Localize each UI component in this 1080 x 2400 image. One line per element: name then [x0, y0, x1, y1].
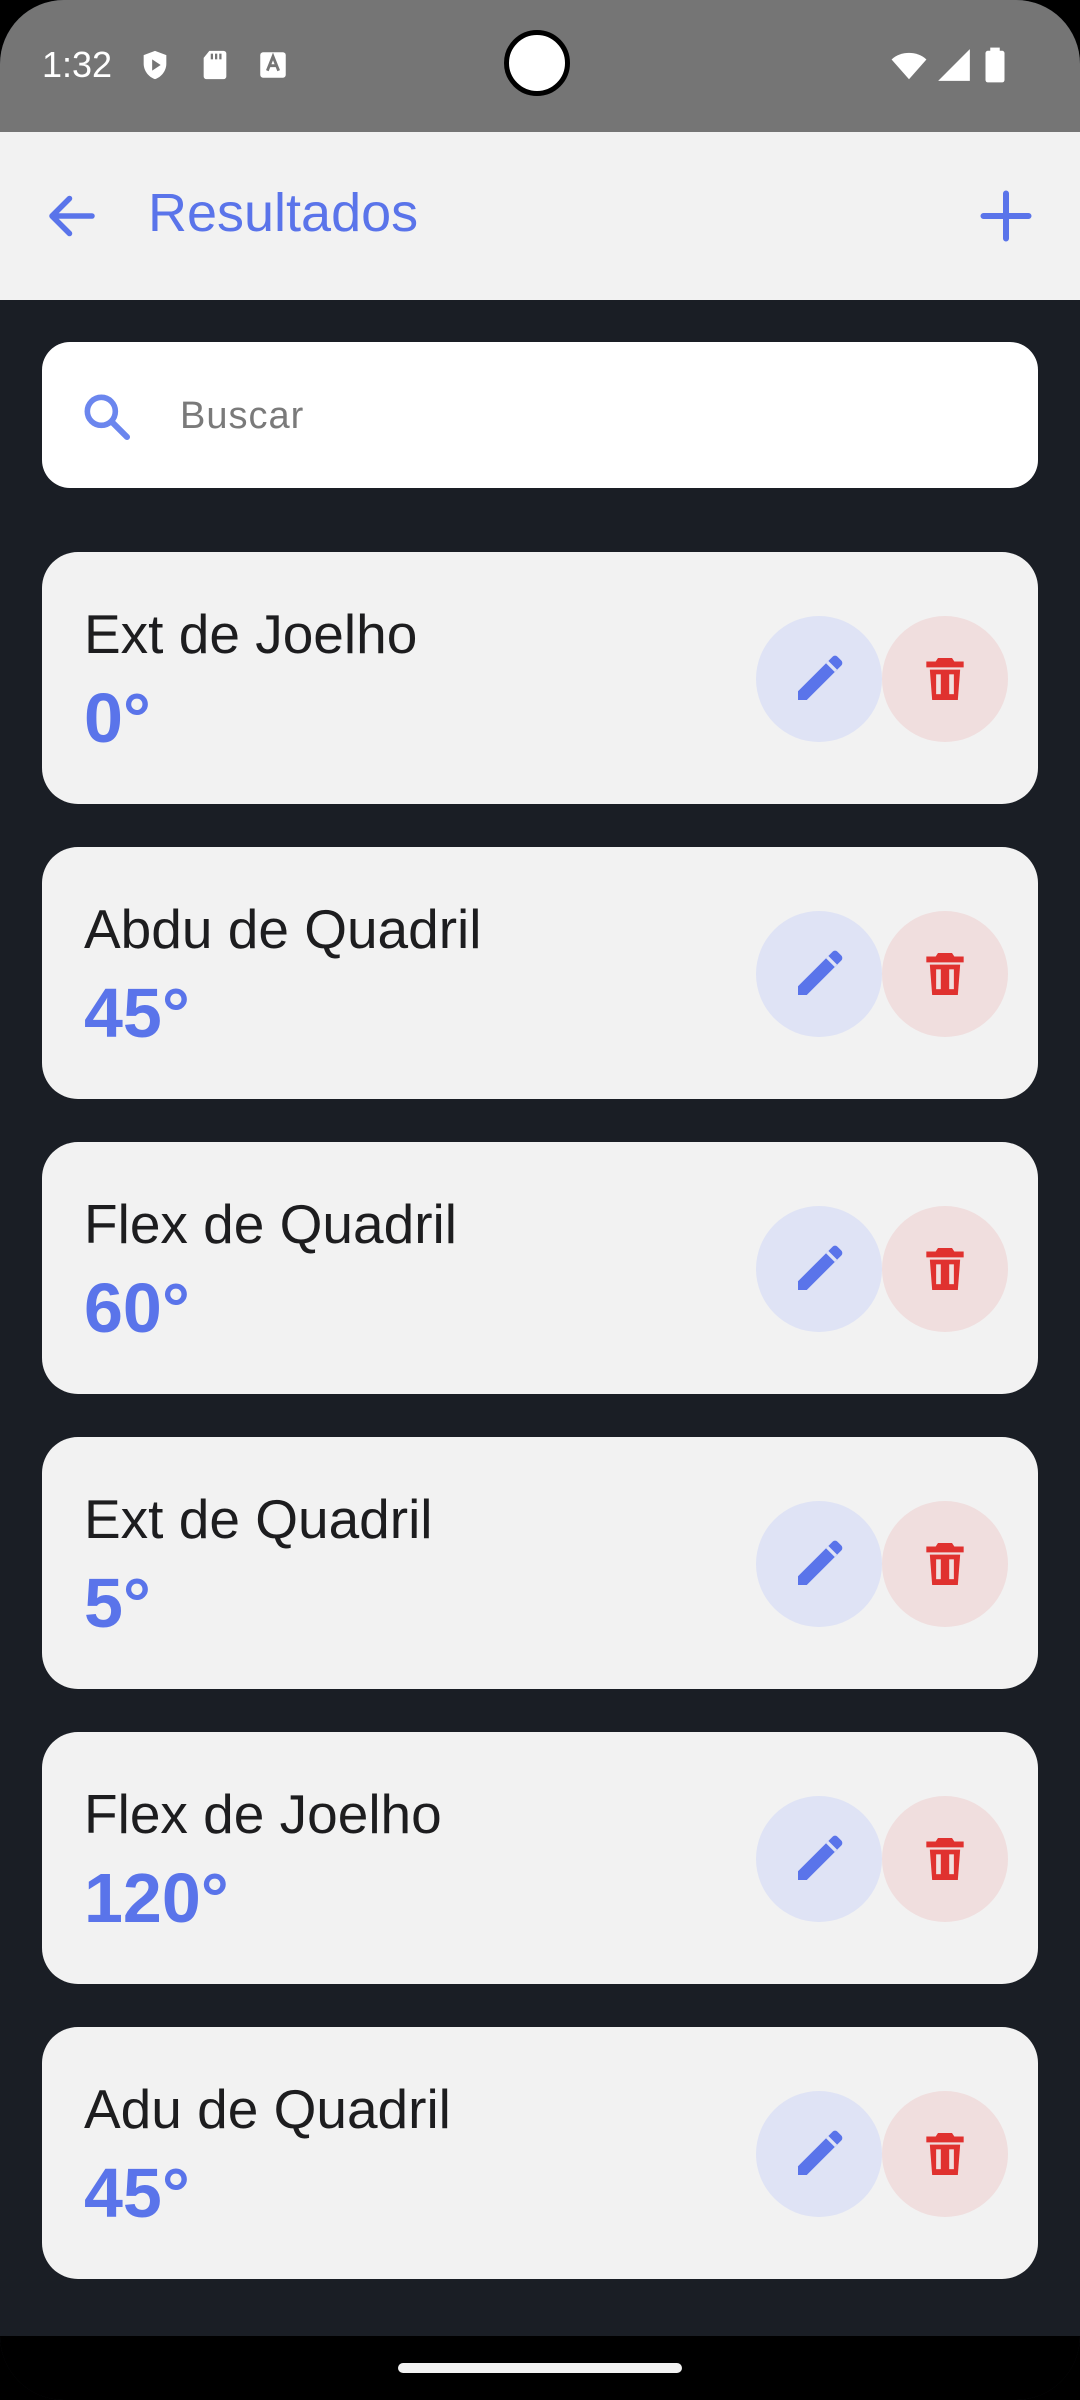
signal-icon — [938, 49, 970, 81]
trash-icon — [926, 2133, 964, 2175]
delete-button[interactable] — [882, 1206, 1008, 1332]
device-screen: 1:32 Resultados Buscar Ext de Joelho 0° … — [0, 0, 1080, 2400]
home-indicator[interactable] — [398, 2363, 682, 2373]
plus-icon[interactable] — [976, 186, 1036, 246]
edit-button[interactable] — [756, 2091, 882, 2217]
result-card[interactable]: Abdu de Quadril 45° — [42, 847, 1038, 1099]
pencil-icon — [798, 1835, 843, 1880]
edit-button[interactable] — [756, 1501, 882, 1627]
result-name: Ext de Quadril — [84, 1488, 433, 1550]
wifi-icon — [891, 52, 927, 80]
camera-cutout — [504, 30, 570, 96]
edit-button[interactable] — [756, 911, 882, 1037]
result-name: Flex de Quadril — [84, 1193, 457, 1255]
status-bar: 1:32 — [0, 0, 1080, 132]
delete-button[interactable] — [882, 1796, 1008, 1922]
delete-button[interactable] — [882, 911, 1008, 1037]
keyboard-a-icon — [260, 52, 286, 78]
result-name: Adu de Quadril — [84, 2078, 451, 2140]
result-value: 60° — [84, 1269, 190, 1347]
result-card[interactable]: Flex de Quadril 60° — [42, 1142, 1038, 1394]
result-value: 0° — [84, 679, 151, 757]
trash-icon — [926, 1543, 964, 1585]
delete-button[interactable] — [882, 2091, 1008, 2217]
shield-icon — [143, 50, 167, 80]
result-value: 45° — [84, 974, 190, 1052]
result-card[interactable]: Ext de Joelho 0° — [42, 552, 1038, 804]
pencil-icon — [798, 1540, 843, 1585]
trash-icon — [926, 1248, 964, 1290]
search-bar — [42, 342, 1038, 488]
delete-button[interactable] — [882, 616, 1008, 742]
sd-card-icon — [203, 50, 227, 80]
pencil-icon — [798, 950, 843, 995]
results-list: Ext de Joelho 0° Abdu de Quadril 45° Fle… — [42, 552, 1038, 2322]
trash-icon — [926, 953, 964, 995]
search-input[interactable] — [178, 372, 1002, 460]
app-bar: Resultados — [0, 132, 1080, 300]
pencil-icon — [798, 655, 843, 700]
result-name: Flex de Joelho — [84, 1783, 442, 1845]
search-icon — [84, 394, 131, 441]
status-time: 1:32 — [42, 44, 113, 85]
battery-icon — [985, 47, 1005, 83]
result-value: 120° — [84, 1859, 229, 1937]
edit-button[interactable] — [756, 1796, 882, 1922]
result-name: Ext de Joelho — [84, 603, 418, 665]
pencil-icon — [798, 2130, 843, 2175]
edit-button[interactable] — [756, 616, 882, 742]
edit-button[interactable] — [756, 1206, 882, 1332]
arrow-left-icon[interactable] — [42, 186, 102, 246]
pencil-icon — [798, 1245, 843, 1290]
result-card[interactable]: Ext de Quadril 5° — [42, 1437, 1038, 1689]
page-title: Resultados — [148, 183, 419, 243]
result-card[interactable]: Flex de Joelho 120° — [42, 1732, 1038, 1984]
result-card[interactable]: Adu de Quadril 45° — [42, 2027, 1038, 2279]
trash-icon — [926, 658, 964, 700]
trash-icon — [926, 1838, 964, 1880]
result-value: 5° — [84, 1564, 151, 1642]
result-value: 45° — [84, 2154, 190, 2232]
delete-button[interactable] — [882, 1501, 1008, 1627]
result-name: Abdu de Quadril — [84, 898, 482, 960]
